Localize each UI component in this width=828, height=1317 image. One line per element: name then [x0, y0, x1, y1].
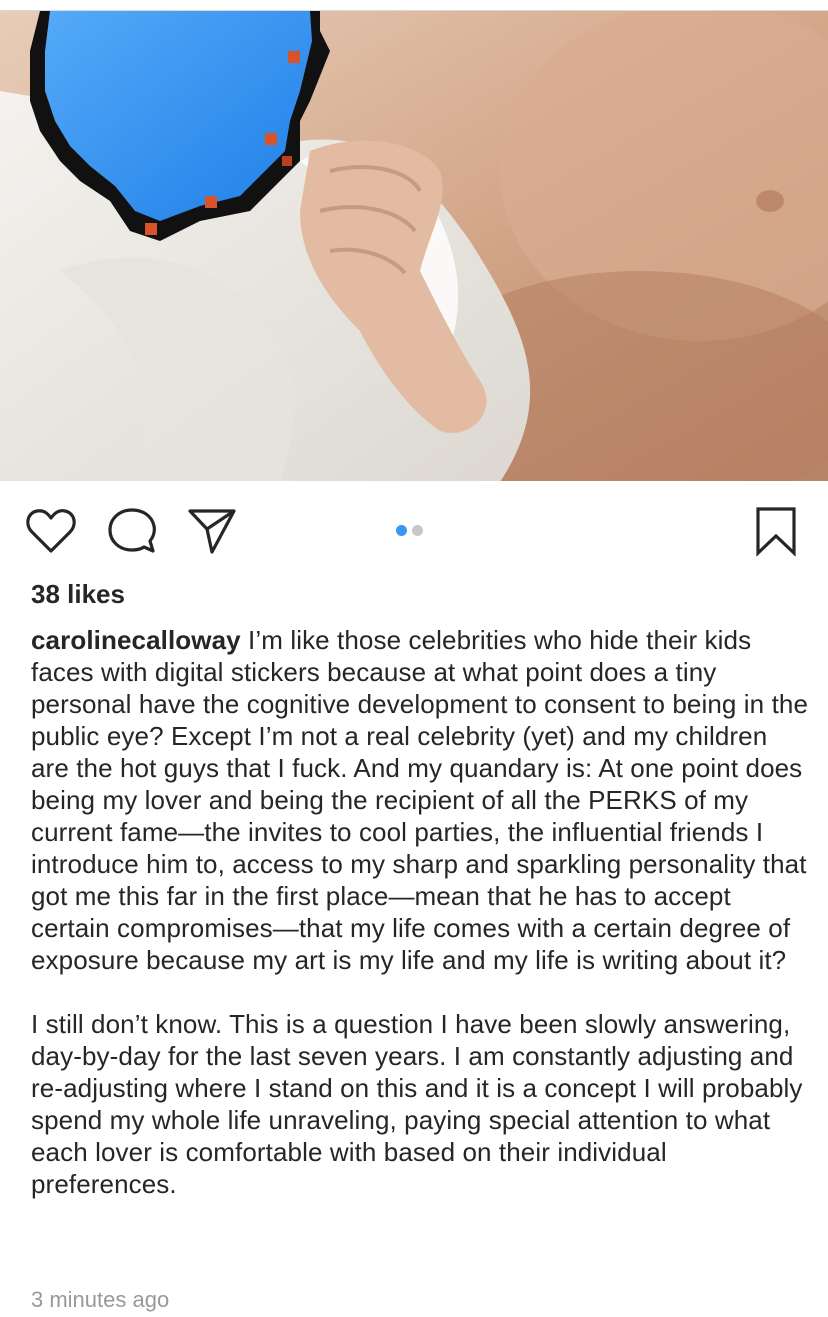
bookmark-icon[interactable]: [752, 505, 800, 557]
like-count[interactable]: 38 likes: [31, 578, 125, 610]
heart-icon[interactable]: [26, 507, 76, 555]
caption-paragraph-1: carolinecalloway I’m like those celebrit…: [31, 624, 809, 976]
carousel-dot-2[interactable]: [412, 524, 423, 536]
photo-image: [0, 11, 828, 481]
carousel-indicator: [396, 524, 423, 536]
post-timestamp: 3 minutes ago: [31, 1287, 170, 1312]
instagram-post: 38 likes carolinecalloway I’m like those…: [0, 0, 828, 1317]
paper-plane-icon[interactable]: [186, 507, 238, 555]
username-link[interactable]: carolinecalloway: [31, 625, 241, 655]
post-photo[interactable]: [0, 10, 828, 481]
action-bar: [0, 481, 828, 577]
carousel-dot-1[interactable]: [396, 524, 407, 536]
post-caption: carolinecalloway I’m like those celebrit…: [31, 624, 809, 1200]
speech-bubble-icon[interactable]: [106, 507, 158, 555]
caption-paragraph-2: I still don’t know. This is a question I…: [31, 1009, 803, 1199]
caption-text-1: I’m like those celebrities who hide thei…: [31, 625, 809, 975]
